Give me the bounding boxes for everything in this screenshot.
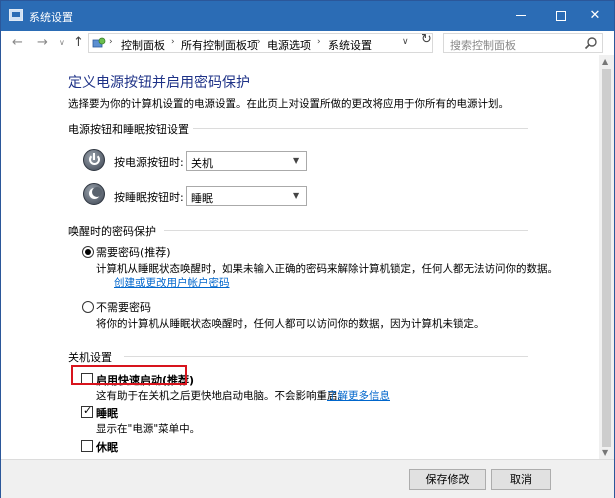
require-password-description: 计算机从睡眠状态唤醒时，如果未输入正确的密码来解除计算机锁定，任何人都无法访问你… xyxy=(96,263,558,275)
footer-bar: 保存修改 取消 xyxy=(1,459,614,498)
section-title-shutdown: 关机设置 xyxy=(68,351,112,364)
learn-more-link[interactable]: 了解更多信息 xyxy=(327,388,390,403)
breadcrumb-system-settings[interactable]: 系统设置 xyxy=(328,37,372,53)
breadcrumb-power-options[interactable]: 电源选项 xyxy=(267,37,311,53)
chevron-down-icon: ▼ xyxy=(293,191,300,200)
scroll-down-icon[interactable]: ▼ xyxy=(602,448,608,457)
close-button[interactable]: ✕ xyxy=(575,1,615,31)
fast-startup-highlight-box xyxy=(71,365,187,385)
address-dropdown-chevron-icon[interactable]: ∨ xyxy=(402,37,409,47)
maximize-icon xyxy=(556,10,566,21)
section-divider xyxy=(164,230,528,231)
chevron-down-icon: ▼ xyxy=(293,156,300,165)
page-title: 定义电源按钮并启用密码保护 xyxy=(68,75,250,91)
refresh-icon[interactable]: ↻ xyxy=(421,32,432,47)
sleep-button-label: 按睡眠按钮时: xyxy=(114,191,184,204)
sleep-menu-label[interactable]: 睡眠 xyxy=(96,405,118,421)
save-changes-button[interactable]: 保存修改 xyxy=(409,469,486,490)
power-button-action-value: 关机 xyxy=(191,157,213,170)
section-divider xyxy=(124,356,528,357)
window-title: 系统设置 xyxy=(29,11,73,24)
no-password-description: 将你的计算机从睡眠状态唤醒时，任何人都可以访问你的数据，因为计算机未锁定。 xyxy=(96,318,485,330)
minimize-button[interactable] xyxy=(499,1,543,31)
main-content: 定义电源按钮并启用密码保护 选择要为你的计算机设置的电源设置。在此页上对设置所做… xyxy=(1,55,599,459)
system-settings-window: 系统设置 ✕ ← → ∨ ↑ › 控制面板 › 所有控制面板项 › 电源选项 ›… xyxy=(0,0,615,498)
search-icon[interactable] xyxy=(584,36,598,50)
minimize-icon xyxy=(516,15,526,16)
cancel-button[interactable]: 取消 xyxy=(491,469,551,490)
breadcrumb-separator-icon: › xyxy=(317,37,321,47)
scrollbar-thumb[interactable] xyxy=(602,69,611,447)
up-arrow-icon[interactable]: ↑ xyxy=(73,35,84,50)
recent-locations-chevron-icon[interactable]: ∨ xyxy=(59,38,65,47)
control-panel-icon xyxy=(92,37,106,48)
forward-arrow-icon[interactable]: → xyxy=(37,35,48,50)
power-button-action-select[interactable]: 关机 ▼ xyxy=(186,151,307,171)
close-icon: ✕ xyxy=(589,8,601,23)
sleep-button-action-value: 睡眠 xyxy=(191,192,213,205)
sleep-menu-checkbox[interactable]: ✓ xyxy=(81,404,93,418)
vertical-scrollbar[interactable]: ▲ ▼ xyxy=(599,55,614,459)
breadcrumb-separator-icon: › xyxy=(171,37,175,47)
create-change-password-link[interactable]: 创建或更改用户帐户密码 xyxy=(114,275,230,290)
require-password-radio[interactable] xyxy=(82,246,94,258)
page-description: 选择要为你的计算机设置的电源设置。在此页上对设置所做的更改将应用于你所有的电源计… xyxy=(68,98,509,110)
section-divider xyxy=(193,128,528,129)
sleep-menu-description: 显示在"电源"菜单中。 xyxy=(96,423,201,435)
require-password-label[interactable]: 需要密码(推荐) xyxy=(96,244,171,260)
breadcrumb-control-panel[interactable]: 控制面板 xyxy=(121,37,165,53)
checkmark-icon: ✓ xyxy=(83,404,93,417)
address-bar[interactable]: › 控制面板 › 所有控制面板项 › 电源选项 › 系统设置 ∨ xyxy=(88,33,433,53)
control-panel-icon xyxy=(9,9,23,21)
search-placeholder: 搜索控制面板 xyxy=(450,39,516,52)
section-title-password: 唤醒时的密码保护 xyxy=(68,225,156,238)
search-input[interactable]: 搜索控制面板 xyxy=(443,33,603,53)
breadcrumb-separator-icon: › xyxy=(257,37,261,47)
sleep-button-action-select[interactable]: 睡眠 ▼ xyxy=(186,186,307,206)
title-bar[interactable]: 系统设置 ✕ xyxy=(1,1,614,31)
hibernate-checkbox[interactable] xyxy=(81,440,93,452)
breadcrumb-all-items[interactable]: 所有控制面板项 xyxy=(181,37,258,53)
section-title-power-buttons: 电源按钮和睡眠按钮设置 xyxy=(68,123,189,136)
fast-startup-description: 这有助于在关机之后更快地启动电脑。不会影响重启。 xyxy=(96,390,348,402)
power-button-label: 按电源按钮时: xyxy=(114,156,184,169)
no-password-label[interactable]: 不需要密码 xyxy=(96,299,151,315)
back-arrow-icon[interactable]: ← xyxy=(12,35,23,50)
no-password-radio[interactable] xyxy=(82,301,94,313)
hibernate-label[interactable]: 休眠 xyxy=(96,439,118,455)
breadcrumb-separator-icon: › xyxy=(109,37,113,47)
power-button-icon xyxy=(83,149,105,171)
sleep-button-icon xyxy=(83,183,105,205)
scroll-up-icon[interactable]: ▲ xyxy=(602,57,608,66)
navigation-bar: ← → ∨ ↑ › 控制面板 › 所有控制面板项 › 电源选项 › 系统设置 ∨… xyxy=(1,31,614,55)
